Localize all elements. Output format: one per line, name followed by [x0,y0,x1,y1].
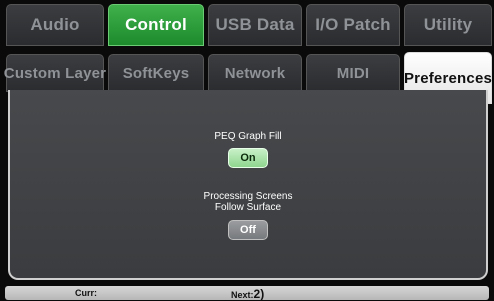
tab-utility[interactable]: Utility [404,4,492,46]
processing-screens-label-line2: Follow Surface [214,202,282,213]
peq-graph-fill-toggle[interactable]: On [228,148,268,168]
preferences-panel: PEQ Graph Fill On Processing Screens Fol… [8,90,488,280]
next-indicator: Next:2) [231,287,264,301]
tab-network[interactable]: Network [208,54,302,92]
tab-custom-layer[interactable]: Custom Layer [4,54,106,92]
tab-softkeys[interactable]: SoftKeys [108,54,204,92]
status-bar: Curr: Next:2) [5,286,489,301]
processing-screens-toggle[interactable]: Off [228,220,268,240]
next-value: 2) [253,287,265,301]
tab-io-patch[interactable]: I/O Patch [306,4,400,46]
tab-control[interactable]: Control [108,4,204,46]
next-label: Next: [231,290,254,300]
curr-label: Curr: [75,288,97,298]
tab-midi[interactable]: MIDI [306,54,400,92]
top-tab-row: Audio Control USB Data I/O Patch Utility [0,0,494,46]
tab-usb-data[interactable]: USB Data [208,4,302,46]
tab-audio[interactable]: Audio [6,4,104,46]
peq-graph-fill-label: PEQ Graph Fill [214,131,282,142]
sub-tab-row: Custom Layer SoftKeys Network MIDI Prefe… [0,50,494,104]
